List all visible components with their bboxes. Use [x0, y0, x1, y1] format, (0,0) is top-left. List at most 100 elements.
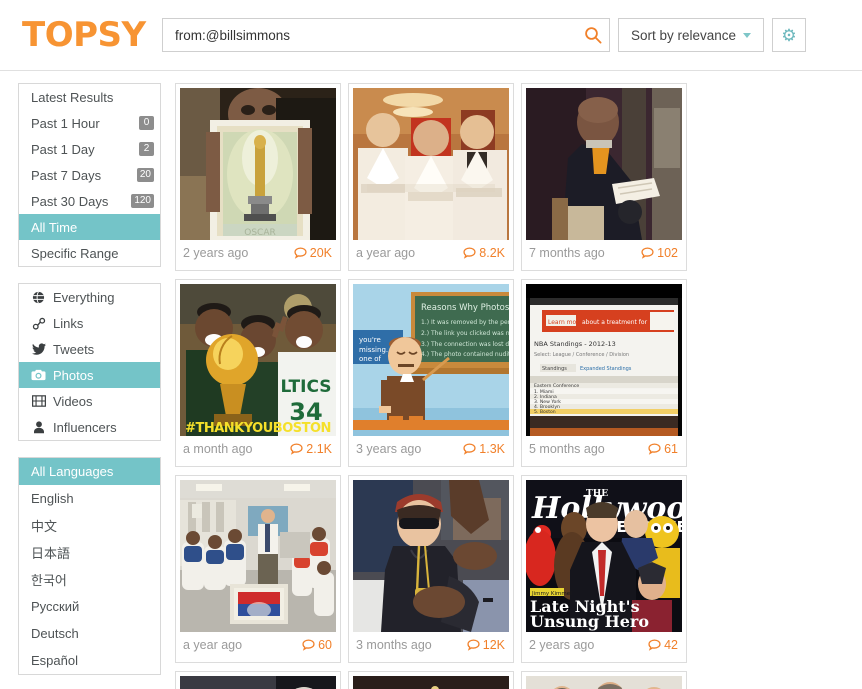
- photo-thumbnail-courtside-celeb[interactable]: [353, 480, 509, 632]
- svg-text:missing.: missing.: [359, 346, 388, 354]
- time-filter-label: All Time: [31, 219, 78, 235]
- photo-thumbnail-magazine-cover[interactable]: THE Hollywood REPORTER Jimmy Kimmel Late…: [526, 480, 682, 632]
- photo-thumbnail-backstage-reader[interactable]: [526, 88, 682, 240]
- time-filter-label: Past 7 Days: [31, 167, 102, 183]
- photo-result-card[interactable]: Learn more about a treatment for NBA Sta…: [521, 279, 687, 467]
- photo-thumbnail-oscar-cake[interactable]: OSCAR: [180, 88, 336, 240]
- search-icon[interactable]: [583, 25, 603, 45]
- language-option-1[interactable]: English: [19, 485, 160, 512]
- photo-meta: a year ago 60: [180, 632, 336, 658]
- photo-meta: a month ago 2.1K: [180, 436, 336, 462]
- photo-result-card[interactable]: 32 16 days ago518: [348, 671, 514, 689]
- svg-text:Standings: Standings: [542, 366, 567, 372]
- content-filter-label: Photos: [53, 367, 94, 383]
- comment-count[interactable]: 61: [648, 442, 678, 456]
- photo-meta: 2 years ago 42: [526, 632, 682, 658]
- photo-timestamp: 3 years ago: [356, 442, 422, 456]
- content-filter-videos[interactable]: Videos: [19, 388, 160, 414]
- time-filter-past-30-days[interactable]: Past 30 Days 120: [19, 188, 160, 214]
- search-box[interactable]: [162, 18, 610, 52]
- content-filter-links[interactable]: Links: [19, 310, 160, 336]
- film-strip-icon: [31, 395, 46, 407]
- language-option-7[interactable]: Español: [19, 647, 160, 674]
- link-icon: [31, 317, 46, 330]
- photo-meta: 3 months ago 12K: [353, 632, 509, 658]
- language-option-6[interactable]: Deutsch: [19, 620, 160, 647]
- photo-result-card[interactable]: OSCAR 2 years ago 20K: [175, 83, 341, 271]
- time-filter-label: Past 1 Hour: [31, 115, 100, 131]
- time-filter-past-1-day[interactable]: Past 1 Day 2: [19, 136, 160, 162]
- search-input[interactable]: [173, 20, 583, 50]
- content-filter-influencers[interactable]: Influencers: [19, 414, 160, 440]
- svg-text:NBA Standings - 2012-13: NBA Standings - 2012-13: [534, 340, 616, 348]
- sort-by-dropdown[interactable]: Sort by relevance: [618, 18, 764, 52]
- language-option-5[interactable]: Русский: [19, 593, 160, 620]
- photo-thumbnail-standings-screen[interactable]: Learn more about a treatment for NBA Sta…: [526, 284, 682, 436]
- photo-result-card[interactable]: 3 months ago 12K: [348, 475, 514, 663]
- photo-result-card[interactable]: a year ago 8.2K: [348, 83, 514, 271]
- content-filter-everything[interactable]: Everything: [19, 284, 160, 310]
- comment-count[interactable]: 1.3K: [463, 442, 505, 456]
- photo-timestamp: 2 years ago: [529, 638, 595, 652]
- photo-timestamp: a year ago: [183, 638, 243, 652]
- language-option-0[interactable]: All Languages: [19, 458, 160, 485]
- result-count-badge: 0: [139, 116, 154, 130]
- comment-count[interactable]: 8.2K: [463, 246, 505, 260]
- comment-count-value: 8.2K: [479, 246, 505, 260]
- comment-count[interactable]: 20K: [294, 246, 332, 260]
- comment-count[interactable]: 102: [641, 246, 678, 260]
- comment-count-value: 42: [664, 638, 678, 652]
- time-filter-latest-results[interactable]: Latest Results: [19, 84, 160, 110]
- chevron-down-icon: [743, 32, 752, 38]
- settings-button[interactable]: ⚙: [772, 18, 806, 52]
- time-filter-specific-range[interactable]: Specific Range: [19, 240, 160, 266]
- language-option-4[interactable]: 한국어: [19, 566, 160, 593]
- photo-result-card[interactable]: 3 days ago196: [175, 671, 341, 689]
- comment-count[interactable]: 60: [302, 638, 332, 652]
- comment-count-value: 61: [664, 442, 678, 456]
- speech-bubble-icon: [294, 247, 307, 259]
- photo-thumbnail-trophy-celebration[interactable]: LTICS 34 #THANKYOUBOSTON: [180, 284, 336, 436]
- comment-count-value: 60: [318, 638, 332, 652]
- photo-timestamp: 2 years ago: [183, 246, 249, 260]
- comment-count[interactable]: 2.1K: [290, 442, 332, 456]
- svg-text:2.) The link you clicked was n: 2.) The link you clicked was not: [421, 330, 509, 337]
- content-filter-photos[interactable]: Photos: [19, 362, 160, 388]
- photo-result-card[interactable]: a year ago 60: [175, 475, 341, 663]
- time-filter-past-1-hour[interactable]: Past 1 Hour 0: [19, 110, 160, 136]
- result-count-badge: 20: [136, 168, 154, 182]
- photo-result-card[interactable]: LTICS 34 #THANKYOUBOSTON a month ago 2.1K: [175, 279, 341, 467]
- speech-bubble-icon: [648, 639, 661, 651]
- time-filter-label: Past 30 Days: [31, 193, 109, 209]
- photo-thumbnail-robes[interactable]: [353, 88, 509, 240]
- topsy-logo[interactable]: TOPSY: [14, 15, 162, 55]
- photo-meta: 3 years ago 1.3K: [353, 436, 509, 462]
- page-body: Latest Results Past 1 Hour 0 Past 1 Day 2 Pas…: [0, 71, 862, 689]
- camera-icon: [31, 369, 46, 381]
- photo-timestamp: a year ago: [356, 246, 416, 260]
- speech-bubble-icon: [641, 247, 654, 259]
- comment-count[interactable]: 42: [648, 638, 678, 652]
- time-filter-all-time[interactable]: All Time: [19, 214, 160, 240]
- speech-bubble-icon: [463, 247, 476, 259]
- svg-text:#THANKYOUBOSTON: #THANKYOUBOSTON: [185, 421, 331, 436]
- time-filter-past-7-days[interactable]: Past 7 Days 20: [19, 162, 160, 188]
- photo-result-card[interactable]: 7 months ago 102: [521, 83, 687, 271]
- language-option-3[interactable]: 日本語: [19, 539, 160, 566]
- photo-thumbnail-mvp-trophy[interactable]: 32: [353, 676, 509, 689]
- photo-result-card[interactable]: Reasons Why Photos Go 1.) It was removed…: [348, 279, 514, 467]
- language-option-2[interactable]: 中文: [19, 512, 160, 539]
- photo-meta: 7 months ago 102: [526, 240, 682, 266]
- person-icon: [31, 420, 46, 434]
- photo-thumbnail-locker-room[interactable]: [180, 480, 336, 632]
- photo-result-card[interactable]: THE Hollywood REPORTER Jimmy Kimmel Late…: [521, 475, 687, 663]
- photo-timestamp: 3 months ago: [356, 638, 432, 652]
- photo-thumbnail-three-men-stairs[interactable]: [526, 676, 682, 689]
- photo-timestamp: 5 months ago: [529, 442, 605, 456]
- photo-result-card[interactable]: 16 days ago255: [521, 671, 687, 689]
- content-filter-tweets[interactable]: Tweets: [19, 336, 160, 362]
- photo-thumbnail-three-men-sweater[interactable]: [180, 676, 336, 689]
- photo-thumbnail-chalkboard-cartoon[interactable]: Reasons Why Photos Go 1.) It was removed…: [353, 284, 509, 436]
- time-filter-label: Specific Range: [31, 245, 119, 261]
- comment-count[interactable]: 12K: [467, 638, 505, 652]
